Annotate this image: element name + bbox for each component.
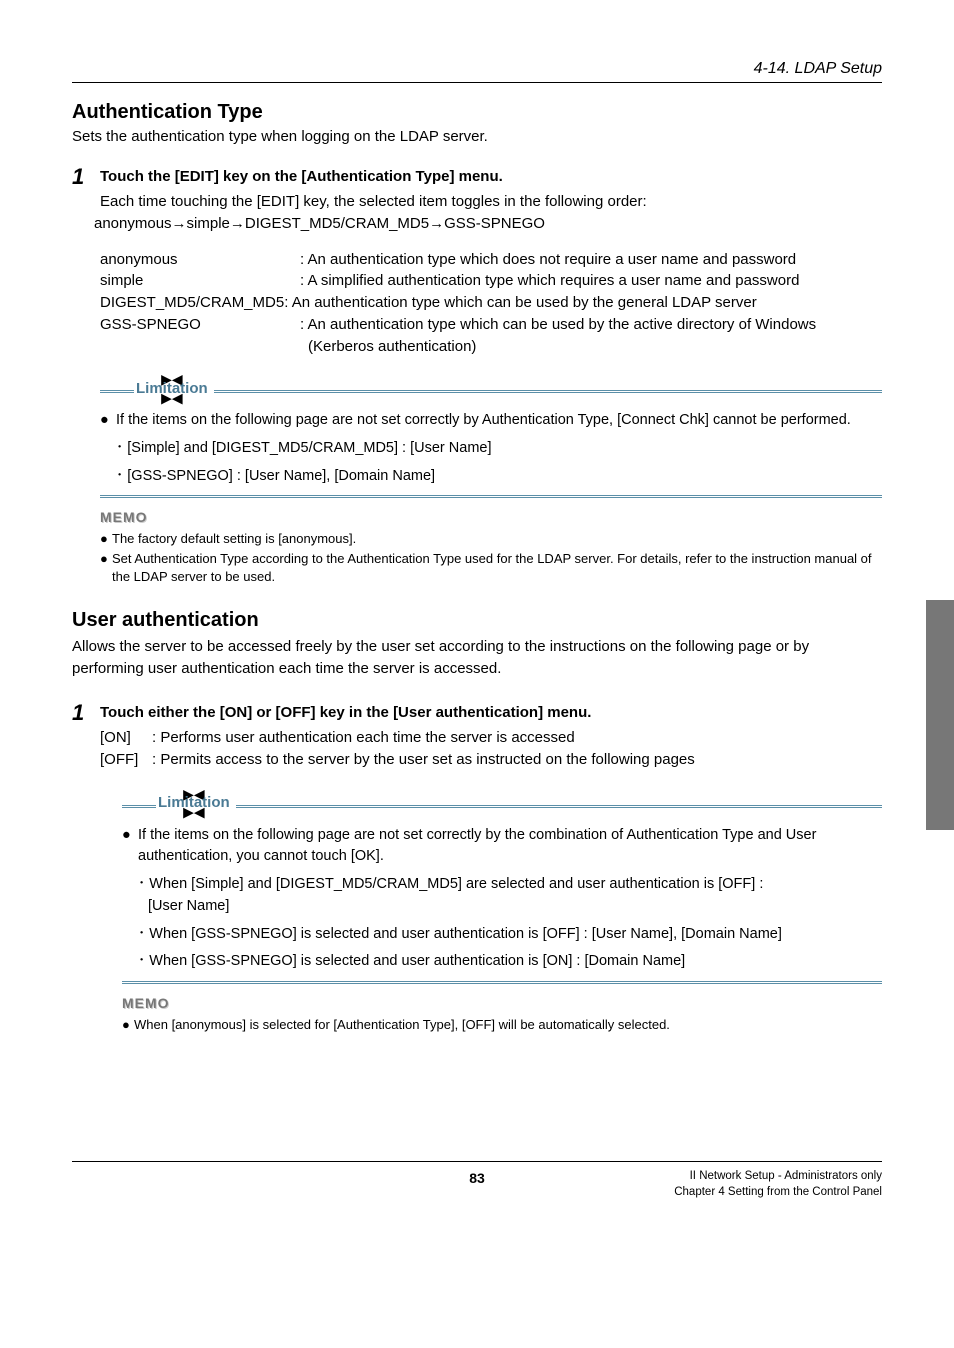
- def-simple-desc: : A simplified authentication type which…: [300, 270, 882, 292]
- auth-type-intro: Sets the authentication type when loggin…: [72, 128, 882, 145]
- option-on-desc: : Performs user authentication each time…: [152, 727, 575, 750]
- option-on-key: [ON]: [100, 727, 152, 750]
- limitation-box-auth: ▶◀ Limitation ▶◀ ● If the items on the f…: [100, 375, 882, 498]
- limitation-sub-2: ･ When [GSS-SPNEGO] is selected and user…: [138, 924, 882, 946]
- footer-right-1: II Network Setup - Administrators only: [674, 1168, 882, 1184]
- memo-label: MEMO: [100, 508, 882, 528]
- memo-item-1: The factory default setting is [anonymou…: [112, 530, 356, 548]
- memo-item-1: When [anonymous] is selected for [Authen…: [134, 1016, 670, 1034]
- step-body-line2: anonymous→simple→DIGEST_MD5/CRAM_MD5→GSS…: [94, 213, 882, 235]
- def-anonymous-desc: : An authentication type which does not …: [300, 249, 882, 271]
- page-footer: 83 II Network Setup - Administrators onl…: [72, 1161, 882, 1200]
- footer-right-2: Chapter 4 Setting from the Control Panel: [674, 1184, 882, 1200]
- auth-type-title: Authentication Type: [72, 101, 882, 124]
- step-number: 1: [72, 701, 100, 725]
- step-number: 1: [72, 165, 100, 189]
- def-gss-desc-1: : An authentication type which can be us…: [300, 314, 882, 336]
- user-auth-title: User authentication: [72, 609, 882, 632]
- def-simple-term: simple: [100, 270, 300, 292]
- bullet-icon: ●: [100, 550, 112, 586]
- memo-block-user: MEMO ● When [anonymous] is selected for …: [122, 994, 882, 1034]
- step-body-line1: Each time touching the [EDIT] key, the s…: [100, 191, 882, 213]
- step-instruction: Touch the [EDIT] key on the [Authenticat…: [100, 165, 503, 185]
- def-digest-line: DIGEST_MD5/CRAM_MD5: An authentication t…: [100, 292, 882, 314]
- limitation-sub-3: ･ When [GSS-SPNEGO] is selected and user…: [138, 951, 882, 973]
- limitation-bullet-text: If the items on the following page are n…: [116, 410, 851, 432]
- page-number: 83: [469, 1170, 485, 1186]
- section-header: 4-14. LDAP Setup: [72, 60, 882, 83]
- limitation-star-icon: ▶◀: [158, 810, 230, 818]
- limitation-sub-1: ･ [Simple] and [DIGEST_MD5/CRAM_MD5] : […: [116, 438, 882, 460]
- bullet-icon: ●: [100, 530, 112, 548]
- limitation-box-user: ▶◀ Limitation ▶◀ ● If the items on the f…: [122, 790, 882, 984]
- option-off-key: [OFF]: [100, 749, 152, 772]
- option-off-desc: : Permits access to the server by the us…: [152, 749, 695, 772]
- limitation-star-icon: ▶◀: [136, 396, 208, 404]
- memo-label: MEMO: [122, 994, 882, 1014]
- bullet-icon: ●: [100, 410, 116, 432]
- memo-item-2: Set Authentication Type according to the…: [112, 550, 882, 586]
- user-auth-intro: Allows the server to be accessed freely …: [72, 636, 882, 681]
- side-tab: [926, 600, 954, 830]
- bullet-icon: ●: [122, 1016, 134, 1034]
- memo-block-auth: MEMO ● The factory default setting is [a…: [100, 508, 882, 586]
- def-gss-desc-2: (Kerberos authentication): [300, 336, 882, 358]
- step-instruction: Touch either the [ON] or [OFF] key in th…: [100, 701, 591, 721]
- def-gss-term: GSS-SPNEGO: [100, 314, 300, 336]
- limitation-bullet-text: If the items on the following page are n…: [138, 825, 882, 869]
- limitation-sub-1a: ･ When [Simple] and [DIGEST_MD5/CRAM_MD5…: [138, 874, 882, 896]
- limitation-sub-1b: [User Name]: [148, 896, 882, 918]
- def-anonymous-term: anonymous: [100, 249, 300, 271]
- bullet-icon: ●: [122, 825, 138, 869]
- limitation-sub-2: ･ [GSS-SPNEGO] : [User Name], [Domain Na…: [116, 466, 882, 488]
